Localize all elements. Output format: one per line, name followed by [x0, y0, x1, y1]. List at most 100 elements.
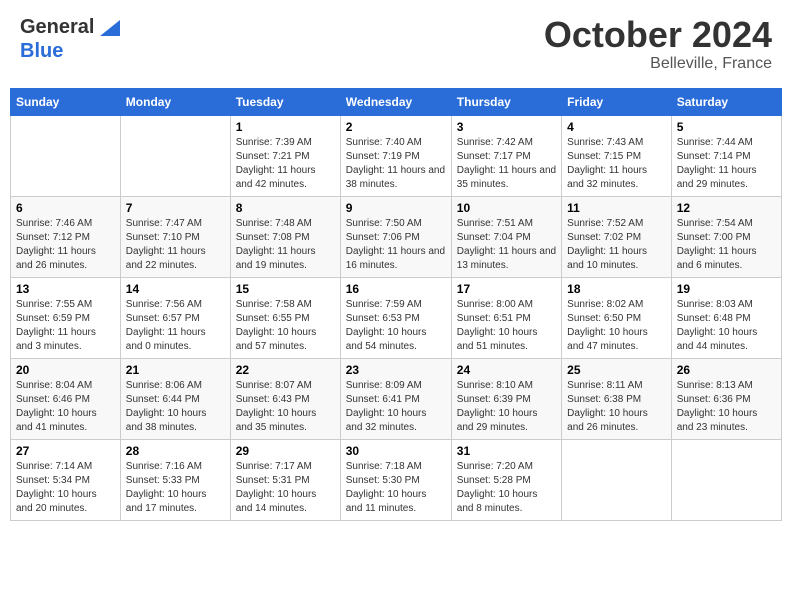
- day-info: Sunrise: 7:58 AM Sunset: 6:55 PM Dayligh…: [236, 298, 335, 354]
- day-number: 8: [236, 201, 335, 215]
- day-cell: [671, 439, 781, 520]
- day-number: 21: [126, 363, 225, 377]
- day-number: 18: [567, 282, 666, 296]
- day-cell: 13 Sunrise: 7:55 AM Sunset: 6:59 PM Dayli…: [11, 277, 121, 358]
- day-info: Sunrise: 8:10 AM Sunset: 6:39 PM Dayligh…: [457, 379, 556, 435]
- day-number: 20: [16, 363, 115, 377]
- calendar-table: SundayMondayTuesdayWednesdayThursdayFrid…: [10, 88, 782, 521]
- day-info: Sunrise: 7:40 AM Sunset: 7:19 PM Dayligh…: [346, 136, 446, 192]
- day-cell: 27 Sunrise: 7:14 AM Sunset: 5:34 PM Dayli…: [11, 439, 121, 520]
- day-cell: 21 Sunrise: 8:06 AM Sunset: 6:44 PM Dayli…: [120, 358, 230, 439]
- week-row-3: 13 Sunrise: 7:55 AM Sunset: 6:59 PM Dayli…: [11, 277, 782, 358]
- day-number: 23: [346, 363, 446, 377]
- day-info: Sunrise: 7:39 AM Sunset: 7:21 PM Dayligh…: [236, 136, 335, 192]
- week-row-1: 1 Sunrise: 7:39 AM Sunset: 7:21 PM Daylig…: [11, 115, 782, 196]
- day-info: Sunrise: 8:00 AM Sunset: 6:51 PM Dayligh…: [457, 298, 556, 354]
- day-cell: 20 Sunrise: 8:04 AM Sunset: 6:46 PM Dayli…: [11, 358, 121, 439]
- day-number: 15: [236, 282, 335, 296]
- day-number: 25: [567, 363, 666, 377]
- day-cell: [562, 439, 672, 520]
- day-info: Sunrise: 7:42 AM Sunset: 7:17 PM Dayligh…: [457, 136, 556, 192]
- day-cell: 30Sunrise: 7:18 AM Sunset: 5:30 PM Dayli…: [340, 439, 451, 520]
- day-number: 13: [16, 282, 115, 296]
- day-number: 22: [236, 363, 335, 377]
- day-cell: 24Sunrise: 8:10 AM Sunset: 6:39 PM Dayli…: [451, 358, 561, 439]
- day-info: Sunrise: 7:48 AM Sunset: 7:08 PM Dayligh…: [236, 217, 335, 273]
- day-number: 16: [346, 282, 446, 296]
- calendar-header-row: SundayMondayTuesdayWednesdayThursdayFrid…: [11, 88, 782, 115]
- day-cell: 25Sunrise: 8:11 AM Sunset: 6:38 PM Dayli…: [562, 358, 672, 439]
- day-info: Sunrise: 7:43 AM Sunset: 7:15 PM Dayligh…: [567, 136, 666, 192]
- day-cell: 11 Sunrise: 7:52 AM Sunset: 7:02 PM Dayli…: [562, 196, 672, 277]
- day-info: Sunrise: 8:03 AM Sunset: 6:48 PM Dayligh…: [677, 298, 776, 354]
- day-info: Sunrise: 7:59 AM Sunset: 6:53 PM Dayligh…: [346, 298, 446, 354]
- day-info: Sunrise: 7:52 AM Sunset: 7:02 PM Dayligh…: [567, 217, 666, 273]
- day-number: 27: [16, 444, 115, 458]
- day-info: Sunrise: 8:04 AM Sunset: 6:46 PM Dayligh…: [16, 379, 115, 435]
- day-cell: 4 Sunrise: 7:43 AM Sunset: 7:15 PM Daylig…: [562, 115, 672, 196]
- day-cell: [120, 115, 230, 196]
- day-number: 12: [677, 201, 776, 215]
- day-info: Sunrise: 7:50 AM Sunset: 7:06 PM Dayligh…: [346, 217, 446, 273]
- day-number: 31: [457, 444, 556, 458]
- column-header-saturday: Saturday: [671, 88, 781, 115]
- day-cell: 22 Sunrise: 8:07 AM Sunset: 6:43 PM Dayli…: [230, 358, 340, 439]
- day-info: Sunrise: 8:06 AM Sunset: 6:44 PM Dayligh…: [126, 379, 225, 435]
- day-info: Sunrise: 8:13 AM Sunset: 6:36 PM Dayligh…: [677, 379, 776, 435]
- day-number: 19: [677, 282, 776, 296]
- day-number: 6: [16, 201, 115, 215]
- logo: General Blue: [20, 15, 120, 63]
- day-number: 3: [457, 120, 556, 134]
- day-cell: [11, 115, 121, 196]
- day-cell: 23 Sunrise: 8:09 AM Sunset: 6:41 PM Dayli…: [340, 358, 451, 439]
- column-header-wednesday: Wednesday: [340, 88, 451, 115]
- day-cell: 7Sunrise: 7:47 AM Sunset: 7:10 PM Daylig…: [120, 196, 230, 277]
- day-cell: 1 Sunrise: 7:39 AM Sunset: 7:21 PM Daylig…: [230, 115, 340, 196]
- day-info: Sunrise: 7:14 AM Sunset: 5:34 PM Dayligh…: [16, 460, 115, 516]
- day-number: 17: [457, 282, 556, 296]
- day-number: 7: [126, 201, 225, 215]
- day-cell: 16 Sunrise: 7:59 AM Sunset: 6:53 PM Dayli…: [340, 277, 451, 358]
- day-number: 2: [346, 120, 446, 134]
- day-number: 11: [567, 201, 666, 215]
- day-cell: 8 Sunrise: 7:48 AM Sunset: 7:08 PM Daylig…: [230, 196, 340, 277]
- logo-general: General: [20, 15, 120, 39]
- day-cell: 14Sunrise: 7:56 AM Sunset: 6:57 PM Dayli…: [120, 277, 230, 358]
- column-header-sunday: Sunday: [11, 88, 121, 115]
- column-header-friday: Friday: [562, 88, 672, 115]
- day-number: 1: [236, 120, 335, 134]
- month-title-block: October 2024 Belleville, France: [544, 15, 772, 73]
- day-number: 10: [457, 201, 556, 215]
- day-info: Sunrise: 8:09 AM Sunset: 6:41 PM Dayligh…: [346, 379, 446, 435]
- day-info: Sunrise: 7:54 AM Sunset: 7:00 PM Dayligh…: [677, 217, 776, 273]
- day-info: Sunrise: 7:46 AM Sunset: 7:12 PM Dayligh…: [16, 217, 115, 273]
- logo-icon: [100, 20, 120, 36]
- day-info: Sunrise: 7:20 AM Sunset: 5:28 PM Dayligh…: [457, 460, 556, 516]
- day-info: Sunrise: 8:07 AM Sunset: 6:43 PM Dayligh…: [236, 379, 335, 435]
- week-row-5: 27 Sunrise: 7:14 AM Sunset: 5:34 PM Dayli…: [11, 439, 782, 520]
- day-number: 29: [236, 444, 335, 458]
- day-cell: 18Sunrise: 8:02 AM Sunset: 6:50 PM Dayli…: [562, 277, 672, 358]
- day-info: Sunrise: 7:16 AM Sunset: 5:33 PM Dayligh…: [126, 460, 225, 516]
- day-cell: 6 Sunrise: 7:46 AM Sunset: 7:12 PM Daylig…: [11, 196, 121, 277]
- day-cell: 29Sunrise: 7:17 AM Sunset: 5:31 PM Dayli…: [230, 439, 340, 520]
- day-number: 30: [346, 444, 446, 458]
- location: Belleville, France: [544, 55, 772, 73]
- week-row-2: 6 Sunrise: 7:46 AM Sunset: 7:12 PM Daylig…: [11, 196, 782, 277]
- day-info: Sunrise: 7:56 AM Sunset: 6:57 PM Dayligh…: [126, 298, 225, 354]
- day-cell: 31 Sunrise: 7:20 AM Sunset: 5:28 PM Dayli…: [451, 439, 561, 520]
- day-number: 28: [126, 444, 225, 458]
- logo-blue: Blue: [20, 40, 63, 62]
- day-number: 9: [346, 201, 446, 215]
- column-header-tuesday: Tuesday: [230, 88, 340, 115]
- day-number: 26: [677, 363, 776, 377]
- day-cell: 10Sunrise: 7:51 AM Sunset: 7:04 PM Dayli…: [451, 196, 561, 277]
- week-row-4: 20 Sunrise: 8:04 AM Sunset: 6:46 PM Dayli…: [11, 358, 782, 439]
- page-header: General Blue October 2024 Belleville, Fr…: [10, 10, 782, 78]
- day-number: 4: [567, 120, 666, 134]
- column-header-thursday: Thursday: [451, 88, 561, 115]
- day-cell: 15 Sunrise: 7:58 AM Sunset: 6:55 PM Dayli…: [230, 277, 340, 358]
- day-info: Sunrise: 7:55 AM Sunset: 6:59 PM Dayligh…: [16, 298, 115, 354]
- column-header-monday: Monday: [120, 88, 230, 115]
- month-year: October 2024: [544, 15, 772, 55]
